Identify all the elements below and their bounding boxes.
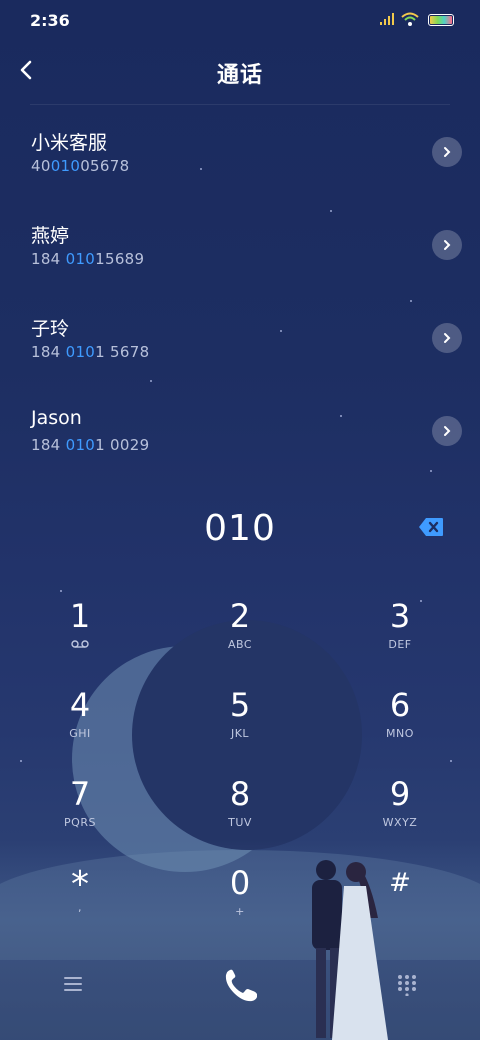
- contact-item[interactable]: 小米客服 4001005678: [0, 110, 480, 203]
- contact-name: 燕婷: [31, 225, 70, 247]
- contact-detail-button[interactable]: [432, 137, 462, 167]
- key-5[interactable]: 5 JKL: [185, 687, 295, 767]
- status-bar: 2:36: [0, 0, 480, 40]
- contact-number: 184 0101 5678: [31, 343, 150, 361]
- contact-suggestions: 小米客服 4001005678 燕婷 184 01015689 子玲 184 0…: [0, 110, 480, 482]
- battery-icon: [428, 14, 454, 26]
- key-hash[interactable]: #: [345, 865, 455, 945]
- backspace-icon[interactable]: [418, 517, 444, 537]
- chevron-right-icon: [444, 426, 451, 436]
- dialpad-icon[interactable]: [396, 974, 418, 996]
- contact-item[interactable]: Jason 184 0101 0029: [0, 389, 480, 482]
- key-1[interactable]: 1: [25, 598, 135, 678]
- contact-item[interactable]: 子玲 184 0101 5678: [0, 296, 480, 389]
- voicemail-icon: [71, 640, 89, 648]
- key-9[interactable]: 9 WXYZ: [345, 776, 455, 856]
- chevron-right-icon: [444, 240, 451, 250]
- key-0[interactable]: 0 +: [185, 865, 295, 945]
- contact-name: Jason: [31, 407, 82, 429]
- key-3[interactable]: 3 DEF: [345, 598, 455, 678]
- header: 通话: [0, 40, 480, 104]
- wifi-icon: [401, 12, 419, 26]
- phone-icon[interactable]: [216, 962, 264, 1010]
- contact-detail-button[interactable]: [432, 416, 462, 446]
- signal-icon: [380, 13, 394, 25]
- key-6[interactable]: 6 MNO: [345, 687, 455, 767]
- contact-name: 子玲: [31, 318, 70, 340]
- key-star[interactable]: * ,: [25, 865, 135, 945]
- key-8[interactable]: 8 TUV: [185, 776, 295, 856]
- contact-number: 184 0101 0029: [31, 436, 150, 454]
- contact-detail-button[interactable]: [432, 230, 462, 260]
- header-divider: [30, 104, 450, 105]
- contact-number: 4001005678: [31, 157, 130, 175]
- dial-input[interactable]: 010: [0, 508, 480, 549]
- contact-detail-button[interactable]: [432, 323, 462, 353]
- contact-name: 小米客服: [31, 132, 108, 154]
- key-4[interactable]: 4 GHI: [25, 687, 135, 767]
- chevron-right-icon: [444, 333, 451, 343]
- key-7[interactable]: 7 PQRS: [25, 776, 135, 856]
- hamburger-menu-icon[interactable]: [62, 974, 84, 994]
- page-title: 通话: [216, 63, 263, 88]
- status-time: 2:36: [30, 11, 70, 30]
- chevron-right-icon: [444, 147, 451, 157]
- contact-item[interactable]: 燕婷 184 01015689: [0, 203, 480, 296]
- contact-number: 184 01015689: [31, 250, 145, 268]
- key-2[interactable]: 2 ABC: [185, 598, 295, 678]
